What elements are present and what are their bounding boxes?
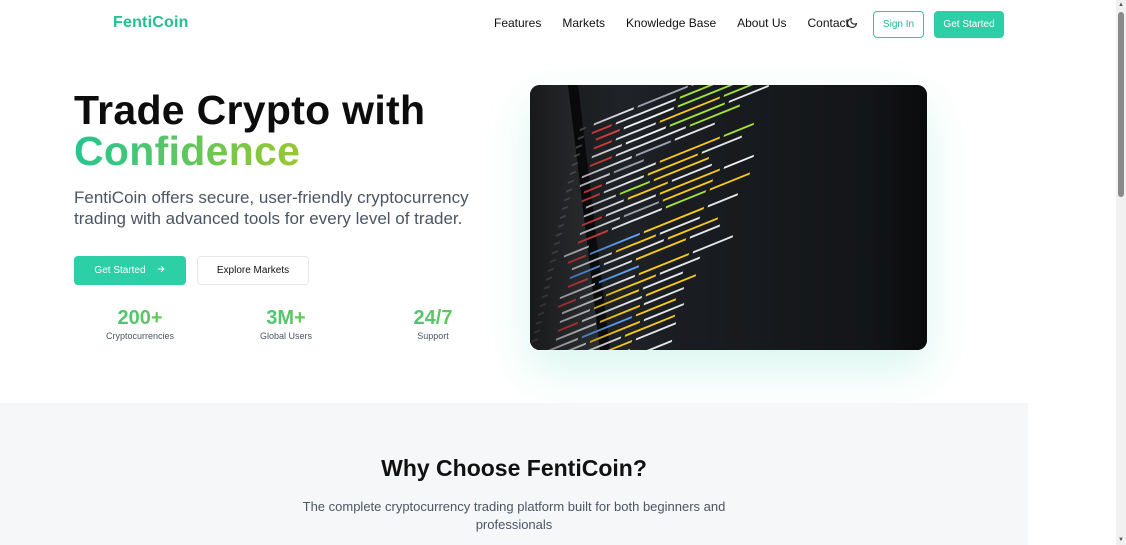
hero-code-image [530,85,927,350]
stat-value: 24/7 [363,307,503,329]
stat-label: Global Users [259,331,313,341]
hero-title-line1: Trade Crypto with [74,87,426,133]
scroll-down-arrow-icon[interactable]: ▼ [1116,535,1126,545]
header-get-started-button[interactable]: Get Started [934,11,1004,38]
hero-subtitle: FentiCoin offers secure, user-friendly c… [74,188,469,228]
arrow-right-icon [156,264,166,277]
stat-cryptocurrencies: 200+ Cryptocurrencies [70,307,210,341]
page: FentiCoin Features Markets Knowledge Bas… [0,0,1116,545]
why-choose-section: Why Choose FentiCoin? The complete crypt… [0,403,1028,545]
hero-title: Trade Crypto with Confidence [74,90,425,172]
stat-global-users: 3M+ Global Users [216,307,356,341]
why-choose-title: Why Choose FentiCoin? [381,455,647,481]
nav-features[interactable]: Features [494,16,541,30]
theme-toggle-button[interactable] [843,16,861,34]
nav-about-us[interactable]: About Us [737,16,786,30]
scroll-up-arrow-icon[interactable]: ▲ [1116,0,1126,10]
hero-get-started-button[interactable]: Get Started [74,256,186,285]
stat-support: 24/7 Support [363,307,503,341]
main-nav: Features Markets Knowledge Base About Us… [494,16,849,30]
explore-markets-button[interactable]: Explore Markets [197,256,309,285]
brand-logo[interactable]: FentiCoin [113,14,189,32]
page-scrollbar[interactable]: ▲ ▼ [1116,0,1126,545]
stat-value: 3M+ [216,307,356,329]
nav-knowledge-base[interactable]: Knowledge Base [626,16,716,30]
nav-markets[interactable]: Markets [562,16,605,30]
why-choose-subtitle: The complete cryptocurrency trading plat… [302,499,726,532]
site-header: FentiCoin Features Markets Knowledge Bas… [0,0,1116,50]
stat-label: Support [417,331,449,341]
stat-value: 200+ [70,307,210,329]
scrollbar-thumb[interactable] [1118,12,1124,197]
hero-get-started-label: Get Started [94,265,146,276]
moon-icon [846,16,858,34]
stat-label: Cryptocurrencies [105,331,175,341]
sign-in-button[interactable]: Sign In [873,11,924,38]
hero-title-highlight: Confidence [74,131,425,172]
